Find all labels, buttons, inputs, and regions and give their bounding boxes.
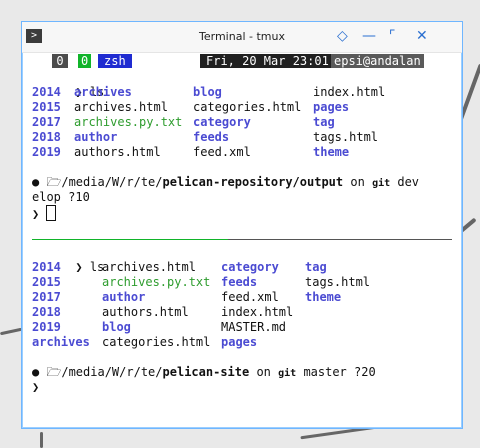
maximize-icon[interactable]: ⌜	[389, 28, 396, 44]
minimize-icon[interactable]: —	[362, 28, 376, 44]
path-prefix: /media/W/r/te/	[61, 365, 163, 379]
git-branch: master ?20	[303, 365, 376, 379]
tmux-session: 0	[52, 54, 68, 68]
command-line: ❯ ls	[32, 245, 452, 274]
ls-entry: authors.html	[102, 305, 189, 319]
ls-entry: tags.html	[313, 130, 379, 144]
ls-entry: feed.xml	[221, 290, 279, 304]
ls-row: 2015 archives.html categories.html pages	[32, 100, 452, 115]
ls-entry: category	[193, 115, 251, 129]
ls-entry: index.html	[313, 85, 386, 99]
ls-entry: theme	[313, 145, 350, 159]
ls-entry: blog	[102, 320, 131, 334]
prompt-icon: ❯	[32, 380, 40, 394]
ls-entry: archives.html	[102, 260, 196, 274]
ls-row: 2019 blog MASTER.md	[32, 320, 452, 335]
ls-entry: tag	[305, 260, 327, 274]
ls-entry: pages	[221, 335, 258, 349]
ls-entry: blog	[193, 85, 222, 99]
pane-separator[interactable]	[32, 235, 452, 245]
tmux-user-host: epsi@andalan	[331, 54, 424, 68]
tmux-window-name[interactable]: zsh	[98, 54, 132, 68]
ls-entry: tag	[313, 115, 335, 129]
prompt-icon: ❯	[32, 207, 40, 221]
pane-separator-inactive	[228, 239, 452, 240]
on-label: on	[350, 175, 365, 189]
ls-row: 2019 authors.html feed.xml theme	[32, 145, 452, 160]
wallpaper-stroke	[0, 327, 23, 336]
bullet-icon: ●	[32, 365, 40, 379]
ls-entry: MASTER.md	[221, 320, 287, 334]
path-prefix: /media/W/r/te/	[61, 175, 163, 189]
path-prompt-line: ● 🗁/media/W/r/te/pelican-site on git mas…	[32, 365, 452, 380]
ls-entry: 2014	[32, 85, 61, 99]
path-prompt-line: ● 🗁/media/W/r/te/pelican-repository/outp…	[32, 175, 452, 190]
ls-entry: 2014	[32, 260, 61, 274]
close-icon[interactable]: ✕	[416, 28, 428, 44]
diamond-icon[interactable]: ◇	[337, 28, 348, 44]
ls-entry: author	[74, 130, 118, 144]
ls-row: 2018 authors.html index.html	[32, 305, 452, 320]
command-line[interactable]: ❯	[32, 205, 452, 221]
ls-entry: 2015	[32, 275, 61, 289]
ls-entry: feed.xml	[193, 145, 251, 159]
terminal-content[interactable]: 0 0 zsh Fri, 20 Mar 23:01 epsi@andalan ❯…	[32, 54, 452, 395]
ls-entry: index.html	[221, 305, 294, 319]
ls-entry: theme	[305, 290, 342, 304]
ls-entry: category	[221, 260, 279, 274]
path-prompt-wrap: elop ?10	[32, 190, 90, 204]
ls-entry: authors.html	[74, 145, 161, 159]
ls-entry: 2018	[32, 130, 61, 144]
ls-entry: feeds	[221, 275, 258, 289]
ls-row: 2018 author feeds tags.html	[32, 130, 452, 145]
window-title: Terminal - tmux	[199, 30, 285, 43]
path-current: pelican-site	[162, 365, 250, 379]
ls-entry: categories.html	[102, 335, 211, 349]
git-icon: git	[372, 178, 391, 189]
ls-entry: archives.py.txt	[102, 275, 211, 289]
bullet-icon: ●	[32, 175, 40, 189]
tmux-window-index[interactable]: 0	[78, 54, 92, 68]
ls-row: archives categories.html pages	[32, 335, 452, 350]
pane-separator-active	[32, 239, 228, 240]
tmux-datetime: Fri, 20 Mar 23:01	[200, 54, 335, 68]
text-cursor	[46, 205, 57, 221]
ls-entry: categories.html	[193, 100, 302, 114]
ls-row: 2015 archives.py.txt feeds tags.html	[32, 275, 452, 290]
ls-entry: 2018	[32, 305, 61, 319]
title-bar[interactable]: > Terminal - tmux ◇ — ⌜ ✕	[22, 22, 462, 53]
ls-entry: archives.html	[74, 100, 168, 114]
ls-row: 2017 author feed.xml theme	[32, 290, 452, 305]
ls-row: 2014 archives.html category tag	[32, 260, 452, 275]
ls-entry: archives.py.txt	[74, 115, 183, 129]
ls-entry: 2015	[32, 100, 61, 114]
ls-entry: 2019	[32, 145, 61, 159]
terminal-window: > Terminal - tmux ◇ — ⌜ ✕ 0 0 zsh Fri, 2…	[21, 21, 463, 429]
ls-entry: 2017	[32, 115, 61, 129]
ls-row: 2014 archives blog index.html	[32, 85, 452, 100]
on-label: on	[256, 365, 271, 379]
ls-entry: 2019	[32, 320, 61, 334]
git-icon: git	[278, 368, 297, 379]
command-line[interactable]: ❯	[32, 380, 452, 395]
tmux-status-bar: 0 0 zsh Fri, 20 Mar 23:01 epsi@andalan	[32, 54, 452, 70]
folder-icon: 🗁	[46, 365, 62, 379]
wallpaper-stroke	[40, 432, 43, 448]
ls-row: 2017 archives.py.txt category tag	[32, 115, 452, 130]
ls-entry: archives	[32, 335, 90, 349]
ls-entry: archives	[74, 85, 132, 99]
git-branch: dev	[397, 175, 420, 189]
ls-entry: tags.html	[305, 275, 371, 289]
ls-entry: 2017	[32, 290, 61, 304]
folder-icon: 🗁	[46, 175, 62, 189]
ls-entry: pages	[313, 100, 350, 114]
ls-entry: author	[102, 290, 146, 304]
command-line: ❯ ls	[32, 70, 452, 99]
path-current: pelican-repository/output	[162, 175, 344, 189]
ls-entry: feeds	[193, 130, 230, 144]
